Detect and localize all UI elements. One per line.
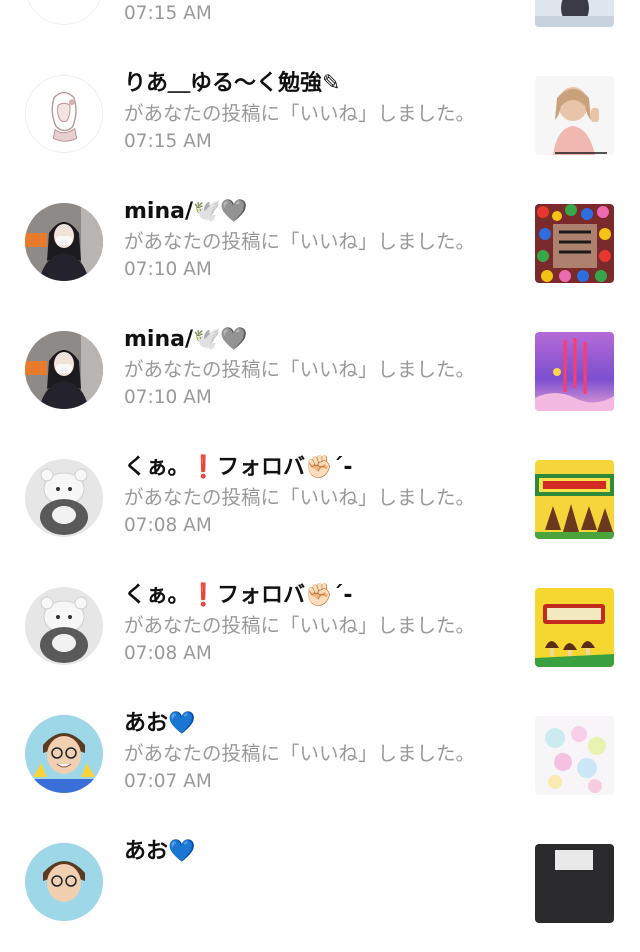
post-thumbnail[interactable] <box>535 76 614 155</box>
girl-thumbs-up-photo-icon <box>535 76 614 155</box>
timestamp: 07:10 AM <box>124 259 212 280</box>
avatar[interactable] <box>25 75 103 153</box>
boy-glasses-avatar-icon <box>25 843 103 921</box>
timestamp: 07:08 AM <box>124 515 212 536</box>
notification-row[interactable]: mina/🕊️🩶 があなたの投稿に「いいね」しました。 07:10 AM <box>0 312 640 440</box>
user-name[interactable]: くぁ。❗️フォロバ✊🏻´- <box>124 453 352 483</box>
notification-message: があなたの投稿に「いいね」しました。 <box>124 230 476 253</box>
pastel-collage-thumbnail-icon <box>535 716 614 795</box>
avatar[interactable] <box>25 0 103 25</box>
girl-with-mask-avatar-icon <box>25 203 103 281</box>
timestamp: 07:15 AM <box>124 131 212 152</box>
post-thumbnail[interactable] <box>535 332 614 411</box>
user-name[interactable]: くぁ。❗️フォロバ✊🏻´- <box>124 581 352 611</box>
candy-text-thumbnail-icon <box>535 204 614 283</box>
timestamp: 07:10 AM <box>124 387 212 408</box>
user-name[interactable]: mina/🕊️🩶 <box>124 325 248 355</box>
timestamp: 07:08 AM <box>124 643 212 664</box>
kinoko-no-yama-thumbnail-icon <box>535 588 614 667</box>
user-name[interactable]: mina/🕊️🩶 <box>124 197 248 227</box>
post-thumbnail[interactable] <box>535 204 614 283</box>
sketch-girl-avatar-icon <box>26 0 102 24</box>
post-thumbnail[interactable] <box>535 716 614 795</box>
post-thumbnail[interactable] <box>535 844 614 923</box>
boy-glasses-avatar-icon <box>25 715 103 793</box>
post-thumbnail[interactable] <box>535 588 614 667</box>
user-name[interactable]: あお💙 <box>124 837 195 867</box>
post-thumbnail[interactable] <box>535 0 614 27</box>
notification-row[interactable]: あお💙 <box>0 824 640 952</box>
plush-toy-avatar-icon <box>25 587 103 665</box>
sketch-girl-avatar-icon <box>26 76 102 152</box>
avatar[interactable] <box>25 459 103 537</box>
notification-row[interactable]: りあ＿ゆる〜く勉強✎ があなたの投稿に「いいね」しました。 07:15 AM <box>0 56 640 184</box>
notification-row[interactable]: くぁ。❗️フォロバ✊🏻´- があなたの投稿に「いいね」しました。 07:08 A… <box>0 440 640 568</box>
notification-message: があなたの投稿に「いいね」しました。 <box>124 358 476 381</box>
plush-toy-avatar-icon <box>25 459 103 537</box>
takenoko-no-sato-thumbnail-icon <box>535 460 614 539</box>
notification-row[interactable]: あお💙 があなたの投稿に「いいね」しました。 07:07 AM <box>0 696 640 824</box>
user-name[interactable]: あお💙 <box>124 709 195 739</box>
notification-row[interactable]: mina/🕊️🩶 があなたの投稿に「いいね」しました。 07:10 AM <box>0 184 640 312</box>
notification-message: があなたの投稿に「いいね」しました。 <box>124 102 476 125</box>
avatar[interactable] <box>25 843 103 921</box>
timestamp: 07:15 AM <box>124 3 212 24</box>
notification-message: があなたの投稿に「いいね」しました。 <box>124 486 476 509</box>
notification-list: 07:15 AM りあ＿ゆる〜く勉強✎ があなたの投稿に「いいね」しました。 0… <box>0 0 640 952</box>
avatar[interactable] <box>25 203 103 281</box>
purple-poster-thumbnail-icon <box>535 332 614 411</box>
girl-with-mask-avatar-icon <box>25 331 103 409</box>
girl-photo-thumbnail-icon <box>535 0 614 27</box>
avatar[interactable] <box>25 587 103 665</box>
avatar[interactable] <box>25 331 103 409</box>
notification-row[interactable]: 07:15 AM <box>0 0 640 56</box>
dark-photo-thumbnail-icon <box>535 844 614 923</box>
notification-message: があなたの投稿に「いいね」しました。 <box>124 614 476 637</box>
timestamp: 07:07 AM <box>124 771 212 792</box>
notification-message: があなたの投稿に「いいね」しました。 <box>124 742 476 765</box>
notification-row[interactable]: くぁ。❗️フォロバ✊🏻´- があなたの投稿に「いいね」しました。 07:08 A… <box>0 568 640 696</box>
post-thumbnail[interactable] <box>535 460 614 539</box>
avatar[interactable] <box>25 715 103 793</box>
user-name[interactable]: りあ＿ゆる〜く勉強✎ <box>124 69 340 99</box>
